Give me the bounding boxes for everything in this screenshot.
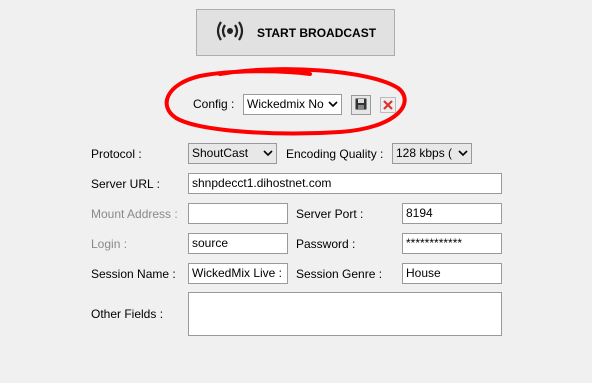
other-fields-label: Other Fields : [91, 307, 164, 321]
protocol-label: Protocol : [91, 147, 142, 161]
password-input[interactable]: ************ [402, 233, 502, 254]
protocol-select[interactable]: ShoutCast [188, 143, 277, 164]
save-config-button[interactable] [351, 95, 371, 115]
login-label: Login : [91, 237, 128, 251]
chevron-down-icon [263, 144, 273, 163]
server-port-input[interactable]: 8194 [402, 203, 502, 224]
other-fields-textarea[interactable] [188, 292, 502, 336]
delete-config-button[interactable] [380, 97, 396, 113]
chevron-down-icon [458, 144, 468, 163]
session-genre-label: Session Genre : [296, 267, 383, 281]
mount-address-input[interactable] [188, 203, 288, 224]
session-name-input[interactable]: WickedMix Live : [188, 263, 288, 284]
encoding-quality-select-value: 128 kbps ( [396, 146, 453, 160]
session-name-label: Session Name : [91, 267, 176, 281]
mount-address-label: Mount Address : [91, 207, 178, 221]
server-url-input[interactable]: shnpdecct1.dihostnet.com [188, 173, 502, 194]
encoding-quality-label: Encoding Quality : [286, 147, 384, 161]
password-label: Password : [296, 237, 356, 251]
start-broadcast-button[interactable]: START BROADCAST [196, 9, 395, 56]
encoding-quality-select[interactable]: 128 kbps ( [392, 143, 472, 164]
save-icon [355, 98, 367, 113]
config-select[interactable]: Wickedmix No [243, 94, 342, 115]
broadcast-icon [215, 20, 245, 45]
server-port-label: Server Port : [296, 207, 364, 221]
start-broadcast-label: START BROADCAST [256, 25, 377, 40]
login-input[interactable]: source [188, 233, 288, 254]
session-genre-input[interactable]: House [402, 263, 502, 284]
server-url-label: Server URL : [91, 177, 160, 191]
config-select-value: Wickedmix No [247, 97, 324, 111]
protocol-select-value: ShoutCast [192, 146, 249, 160]
chevron-down-icon [328, 95, 338, 114]
config-label: Config : [193, 97, 235, 111]
delete-icon [380, 97, 396, 116]
